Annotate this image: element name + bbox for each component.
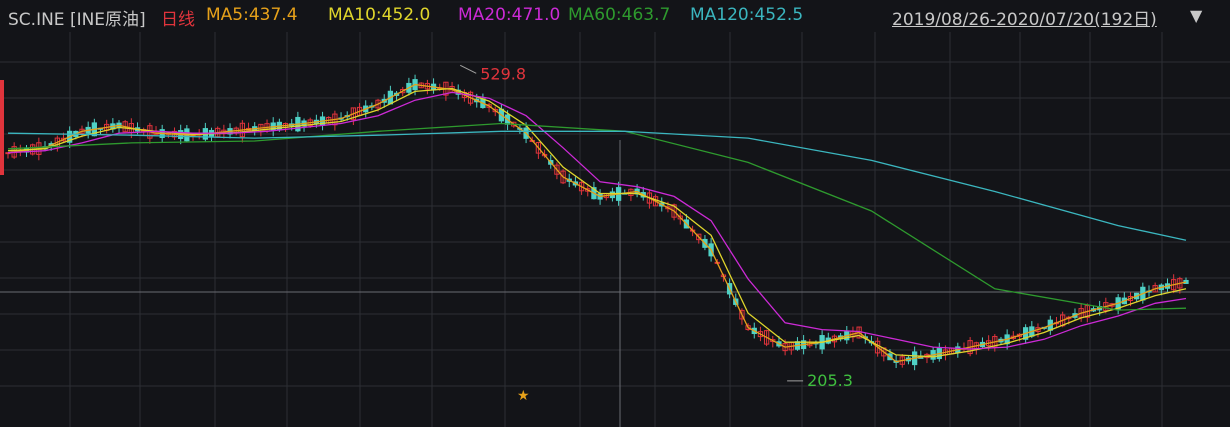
annotations: 529.8 205.3 ★ — [460, 64, 853, 404]
ma-lines — [7, 83, 1187, 363]
series-line-ma5 — [7, 83, 1187, 363]
series-line-ma60 — [7, 122, 1187, 311]
current-price-marker — [0, 80, 4, 175]
star-icon: ★ — [517, 388, 530, 404]
candlestick-series — [5, 74, 1189, 371]
annotation-label-high: 529.8 — [480, 64, 526, 83]
series-line-ma120 — [7, 130, 1187, 241]
grid-lines — [0, 32, 1230, 427]
price-chart[interactable]: 529.8 205.3 ★ — [0, 0, 1230, 427]
annotation-label-low: 205.3 — [807, 371, 853, 390]
annotation-arrow-high — [460, 64, 477, 74]
